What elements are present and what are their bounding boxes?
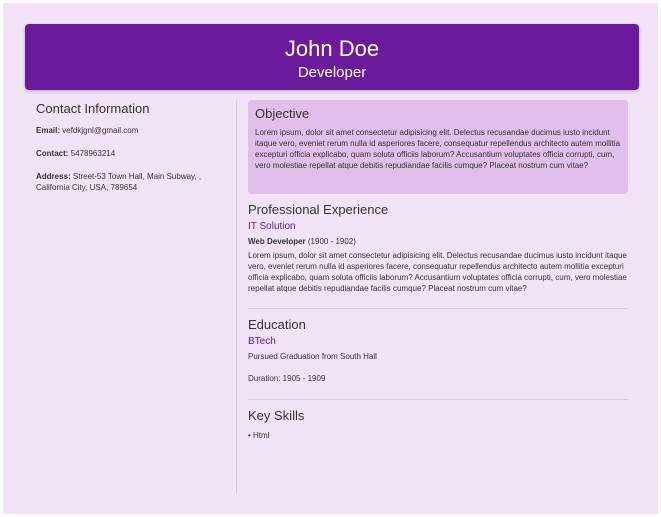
email-label: Email: bbox=[36, 126, 61, 135]
section-divider bbox=[248, 399, 628, 400]
experience-section: Professional Experience IT Solution Web … bbox=[248, 202, 628, 294]
education-description: Pursued Graduation from South Hall bbox=[248, 352, 377, 361]
person-role: Developer bbox=[297, 64, 367, 81]
address-label: Address: bbox=[36, 172, 71, 181]
education-duration: Duration: 1905 - 1909 bbox=[248, 374, 326, 383]
column-divider bbox=[236, 100, 237, 493]
job-period: (1900 - 1902) bbox=[307, 237, 356, 246]
skills-list: Html bbox=[248, 430, 628, 441]
section-divider bbox=[248, 308, 628, 309]
contact-address: Address: Street-53 Town Hall, Main Subwa… bbox=[36, 171, 226, 193]
experience-title: Professional Experience bbox=[248, 202, 389, 217]
contact-title: Contact Information bbox=[36, 101, 150, 116]
contact-sidebar: Contact Information Email: vefdkjgnl@gma… bbox=[36, 101, 226, 205]
phone-label: Contact: bbox=[36, 149, 69, 158]
resume-header: John Doe Developer bbox=[25, 24, 639, 90]
education-section: Education BTech Pursued Graduation from … bbox=[248, 317, 628, 384]
job-position: Web Developer bbox=[248, 237, 306, 246]
objective-section: Objective Lorem ipsum, dolor sit amet co… bbox=[248, 100, 628, 194]
skills-title: Key Skills bbox=[248, 408, 305, 423]
contact-phone: Contact: 5478963214 bbox=[36, 148, 226, 159]
objective-text: Lorem ipsum, dolor sit amet consectetur … bbox=[255, 128, 621, 170]
skill-item: Html bbox=[248, 430, 628, 441]
education-title: Education bbox=[248, 317, 306, 332]
job-line: Web Developer (1900 - 1902) bbox=[248, 236, 628, 247]
person-name: John Doe bbox=[284, 36, 380, 61]
main-content: Objective Lorem ipsum, dolor sit amet co… bbox=[248, 100, 628, 441]
phone-value: 5478963214 bbox=[70, 149, 116, 158]
resume-page: John Doe Developer Contact Information E… bbox=[3, 3, 658, 514]
email-value: vefdkjgnl@gmail.com bbox=[62, 126, 139, 135]
contact-email: Email: vefdkjgnl@gmail.com bbox=[36, 125, 226, 136]
experience-text: Lorem ipsum, dolor sit amet consectetur … bbox=[248, 251, 627, 293]
degree-name: BTech bbox=[248, 336, 276, 347]
objective-title: Objective bbox=[255, 106, 310, 121]
company-name: IT Solution bbox=[248, 221, 296, 232]
skills-section: Key Skills Html bbox=[248, 408, 628, 441]
